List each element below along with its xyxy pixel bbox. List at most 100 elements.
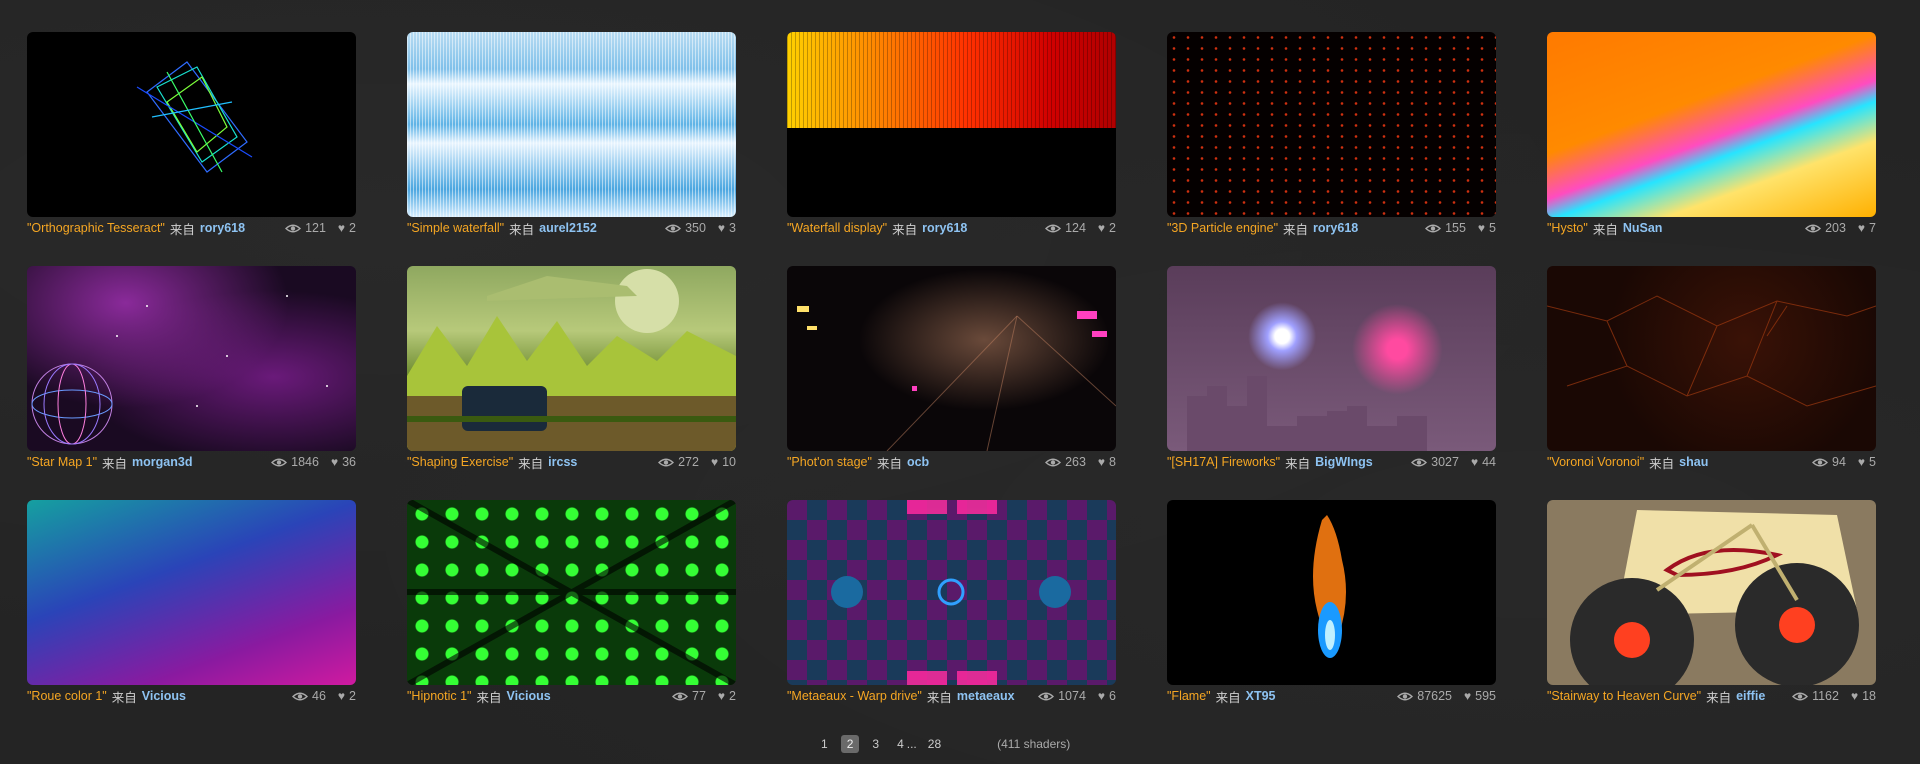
shader-author[interactable]: ircss — [548, 455, 577, 469]
shader-thumbnail[interactable] — [1167, 500, 1496, 685]
shader-card: "Phot'on stage" 来自 ocb 263 ♥ 8 — [787, 266, 1116, 500]
eye-icon — [1045, 221, 1062, 235]
shader-stats: 121 ♥ 2 — [285, 221, 356, 235]
shader-meta: "Flame" 来自 XT95 87625 ♥ 595 — [1167, 685, 1496, 707]
shader-title[interactable]: "Stairway to Heaven Curve" — [1547, 689, 1701, 703]
like-count: 7 — [1869, 221, 1876, 235]
shader-stats: 94 ♥ 5 — [1812, 455, 1876, 469]
from-label: 来自 — [518, 456, 544, 471]
shader-thumbnail[interactable] — [407, 500, 736, 685]
view-count: 155 — [1445, 221, 1466, 235]
shader-title[interactable]: "Simple waterfall" — [407, 221, 504, 235]
heart-icon: ♥ — [1097, 689, 1106, 703]
from-label: 来自 — [169, 222, 195, 237]
shader-author[interactable]: NuSan — [1623, 221, 1663, 235]
view-count: 124 — [1065, 221, 1086, 235]
shader-meta: "Phot'on stage" 来自 ocb 263 ♥ 8 — [787, 451, 1116, 473]
shader-title[interactable]: "Phot'on stage" — [787, 455, 872, 469]
shader-author[interactable]: rory618 — [922, 221, 967, 235]
shader-author[interactable]: morgan3d — [132, 455, 192, 469]
shader-card: "Voronoi Voronoi" 来自 shau 94 ♥ 5 — [1547, 266, 1876, 500]
eye-icon — [672, 689, 689, 703]
shader-author[interactable]: eiffie — [1736, 689, 1765, 703]
shader-card: "[SH17A] Fireworks" 来自 BigWIngs 3027 ♥ 44 — [1167, 266, 1496, 500]
shader-title[interactable]: "Roue color 1" — [27, 689, 107, 703]
heart-icon: ♥ — [1097, 455, 1106, 469]
shader-meta: "3D Particle engine" 来自 rory618 155 ♥ 5 — [1167, 217, 1496, 239]
shader-title[interactable]: "[SH17A] Fireworks" — [1167, 455, 1280, 469]
view-count: 121 — [305, 221, 326, 235]
view-count: 350 — [685, 221, 706, 235]
shader-meta: "Hipnotic 1" 来自 Vicious 77 ♥ 2 — [407, 685, 736, 707]
eye-icon — [292, 689, 309, 703]
shader-thumbnail[interactable] — [27, 266, 356, 451]
from-label: 来自 — [1283, 222, 1309, 237]
shader-thumbnail[interactable] — [1167, 266, 1496, 451]
shader-meta: "Simple waterfall" 来自 aurel2152 350 ♥ 3 — [407, 217, 736, 239]
shader-author[interactable]: metaeaux — [957, 689, 1015, 703]
shader-grid: "Orthographic Tesseract" 来自 rory618 121 ♥ 2 "S… — [27, 32, 1876, 734]
shader-meta: "Orthographic Tesseract" 来自 rory618 121 ♥ 2 — [27, 217, 356, 239]
view-count: 272 — [678, 455, 699, 469]
shader-title[interactable]: "Orthographic Tesseract" — [27, 221, 165, 235]
shader-author[interactable]: Vicious — [142, 689, 186, 703]
view-count: 94 — [1832, 455, 1846, 469]
eye-icon — [1805, 221, 1822, 235]
shader-thumbnail[interactable] — [787, 266, 1116, 451]
page-current[interactable]: 2 — [840, 735, 860, 753]
shader-author[interactable]: Vicious — [506, 689, 550, 703]
shader-author[interactable]: BigWIngs — [1315, 455, 1373, 469]
shader-card: "Simple waterfall" 来自 aurel2152 350 ♥ 3 — [407, 32, 736, 266]
shader-thumbnail[interactable] — [1547, 32, 1876, 217]
page-link[interactable]: 3 — [872, 737, 879, 751]
shader-stats: 3027 ♥ 44 — [1411, 455, 1496, 469]
shader-title[interactable]: "Shaping Exercise" — [407, 455, 513, 469]
shader-title[interactable]: "3D Particle engine" — [1167, 221, 1278, 235]
shader-stats: 272 ♥ 10 — [658, 455, 736, 469]
heart-icon: ♥ — [1464, 689, 1472, 703]
shader-title[interactable]: "Voronoi Voronoi" — [1547, 455, 1644, 469]
heart-icon: ♥ — [1477, 221, 1486, 235]
shader-author[interactable]: XT95 — [1246, 689, 1276, 703]
view-count: 263 — [1065, 455, 1086, 469]
page-link[interactable]: 1 — [821, 737, 828, 751]
shader-thumbnail[interactable] — [1547, 266, 1876, 451]
shader-thumbnail[interactable] — [27, 32, 356, 217]
shader-author[interactable]: rory618 — [200, 221, 245, 235]
shader-title[interactable]: "Metaeaux - Warp drive" — [787, 689, 922, 703]
shader-author[interactable]: rory618 — [1313, 221, 1358, 235]
page-link-last[interactable]: 28 — [928, 737, 941, 751]
eye-icon — [1045, 455, 1062, 469]
shader-meta: "Waterfall display" 来自 rory618 124 ♥ 2 — [787, 217, 1116, 239]
shader-thumbnail[interactable] — [1167, 32, 1496, 217]
shader-title[interactable]: "Waterfall display" — [787, 221, 887, 235]
shader-thumbnail[interactable] — [27, 500, 356, 685]
like-count: 2 — [729, 689, 736, 703]
eye-icon — [658, 455, 675, 469]
shader-thumbnail[interactable] — [1547, 500, 1876, 685]
shader-thumbnail[interactable] — [787, 32, 1116, 217]
shader-card: "Waterfall display" 来自 rory618 124 ♥ 2 — [787, 32, 1116, 266]
eye-icon — [665, 221, 682, 235]
shader-thumbnail[interactable] — [407, 266, 736, 451]
shader-title[interactable]: "Hipnotic 1" — [407, 689, 471, 703]
shader-stats: 350 ♥ 3 — [665, 221, 736, 235]
shader-author[interactable]: aurel2152 — [539, 221, 597, 235]
shader-card: "Orthographic Tesseract" 来自 rory618 121 ♥ 2 — [27, 32, 356, 266]
shader-author[interactable]: ocb — [907, 455, 929, 469]
shader-card: "Metaeaux - Warp drive" 来自 metaeaux 1074 ♥ 6 — [787, 500, 1116, 734]
shader-thumbnail[interactable] — [407, 32, 736, 217]
shader-author[interactable]: shau — [1679, 455, 1708, 469]
like-count: 2 — [349, 689, 356, 703]
page-link[interactable]: 4 — [897, 737, 904, 751]
shader-title[interactable]: "Hysto" — [1547, 221, 1588, 235]
from-label: 来自 — [1649, 456, 1675, 471]
heart-icon: ♥ — [1857, 455, 1866, 469]
view-count: 87625 — [1417, 689, 1453, 703]
from-label: 来自 — [509, 222, 535, 237]
eye-icon — [1397, 689, 1414, 703]
shader-stats: 77 ♥ 2 — [672, 689, 736, 703]
shader-title[interactable]: "Star Map 1" — [27, 455, 97, 469]
shader-title[interactable]: "Flame" — [1167, 689, 1211, 703]
shader-thumbnail[interactable] — [787, 500, 1116, 685]
